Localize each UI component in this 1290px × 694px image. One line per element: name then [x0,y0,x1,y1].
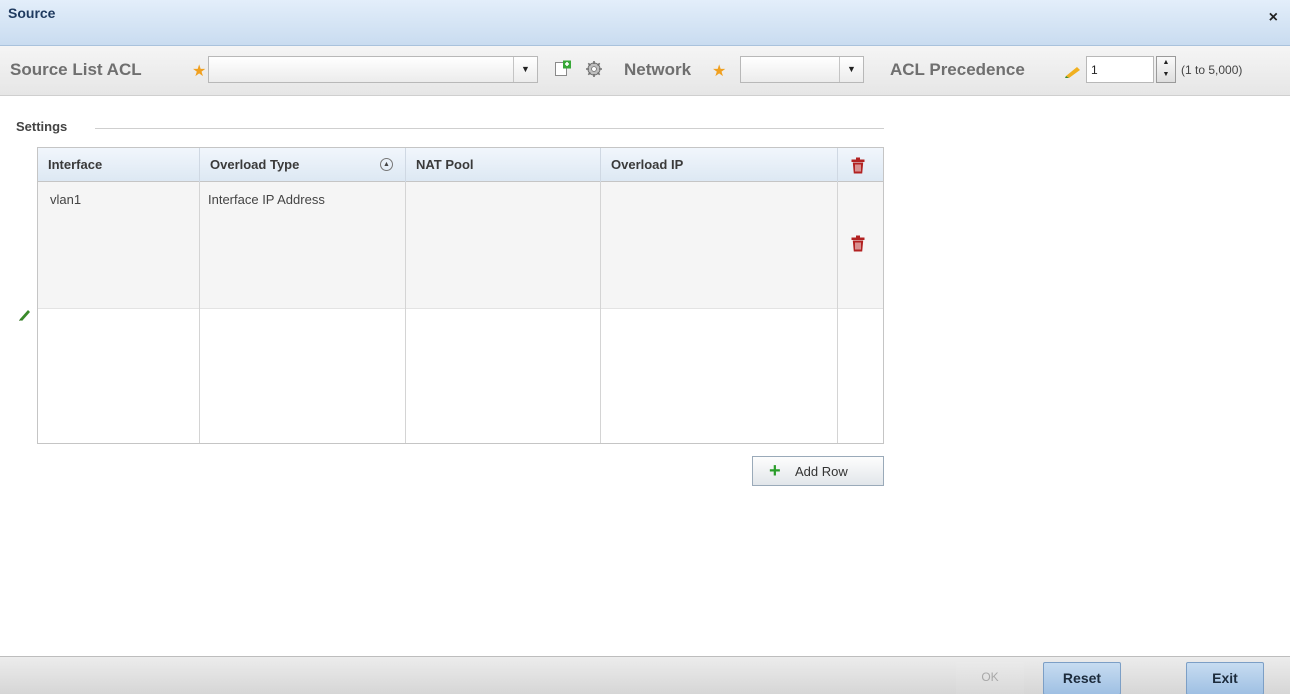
column-header-label: Overload IP [611,157,684,172]
column-header-label: NAT Pool [416,157,474,172]
column-divider [837,182,838,443]
required-star-icon: ★ [712,63,727,80]
settings-legend: Settings [16,119,68,134]
gear-icon[interactable] [585,60,603,78]
edit-row-pencil-icon[interactable] [18,307,32,321]
column-header-nat-pool[interactable]: NAT Pool [406,148,601,182]
dialog-footer: OK Reset Exit [0,656,1290,694]
column-header-overload-type[interactable]: Overload Type ▲ [200,148,406,182]
grid-header: Interface Overload Type ▲ NAT Pool Overl… [38,148,883,182]
column-header-overload-ip[interactable]: Overload IP [601,148,838,182]
chevron-down-icon[interactable]: ▼ [513,57,537,82]
spin-down-icon[interactable]: ▼ [1157,69,1175,81]
acl-precedence-spinner[interactable]: ▲ ▼ [1156,56,1176,83]
column-divider [405,182,406,443]
acl-precedence-range: (1 to 5,000) [1181,63,1243,77]
column-divider [199,182,200,443]
column-header-label: Interface [48,157,103,172]
dialog-title: Source [8,5,56,21]
add-row-button[interactable]: + Add Row [752,456,884,486]
delete-all-icon[interactable] [851,157,865,174]
spin-up-icon[interactable]: ▲ [1157,57,1175,69]
modified-pencil-icon [1065,67,1080,78]
cell-overload-type[interactable]: Interface IP Address [208,192,325,207]
network-label: Network [624,60,692,79]
ok-button[interactable]: OK [956,662,1024,694]
settings-divider [95,128,884,129]
source-list-acl-select[interactable]: ▼ [208,56,538,83]
add-row-label: Add Row [795,464,848,479]
close-icon[interactable]: × [1269,10,1278,26]
column-divider [600,182,601,443]
source-list-acl-label: Source List ACL [10,60,142,79]
cell-interface[interactable]: vlan1 [50,192,81,207]
reset-button[interactable]: Reset [1043,662,1121,694]
settings-grid: Interface Overload Type ▲ NAT Pool Overl… [37,147,884,444]
plus-icon: + [769,460,781,482]
acl-precedence-input[interactable] [1086,56,1154,83]
required-star-icon: ★ [192,63,207,80]
acl-precedence-label: ACL Precedence [890,60,1025,79]
column-header-interface[interactable]: Interface [38,148,200,182]
sort-icon[interactable]: ▲ [380,158,393,171]
delete-row-icon[interactable] [851,235,865,252]
dialog-titlebar: Source × [0,0,1290,46]
chevron-down-icon[interactable]: ▼ [839,57,863,82]
acl-toolbar: Source List ACL ★ ▼ Network ★ ▼ ACL Prec… [0,46,1290,96]
exit-button[interactable]: Exit [1186,662,1264,694]
network-select[interactable]: ▼ [740,56,864,83]
create-policy-icon[interactable] [554,60,572,78]
column-header-label: Overload Type [210,157,300,172]
table-row[interactable] [38,182,883,309]
